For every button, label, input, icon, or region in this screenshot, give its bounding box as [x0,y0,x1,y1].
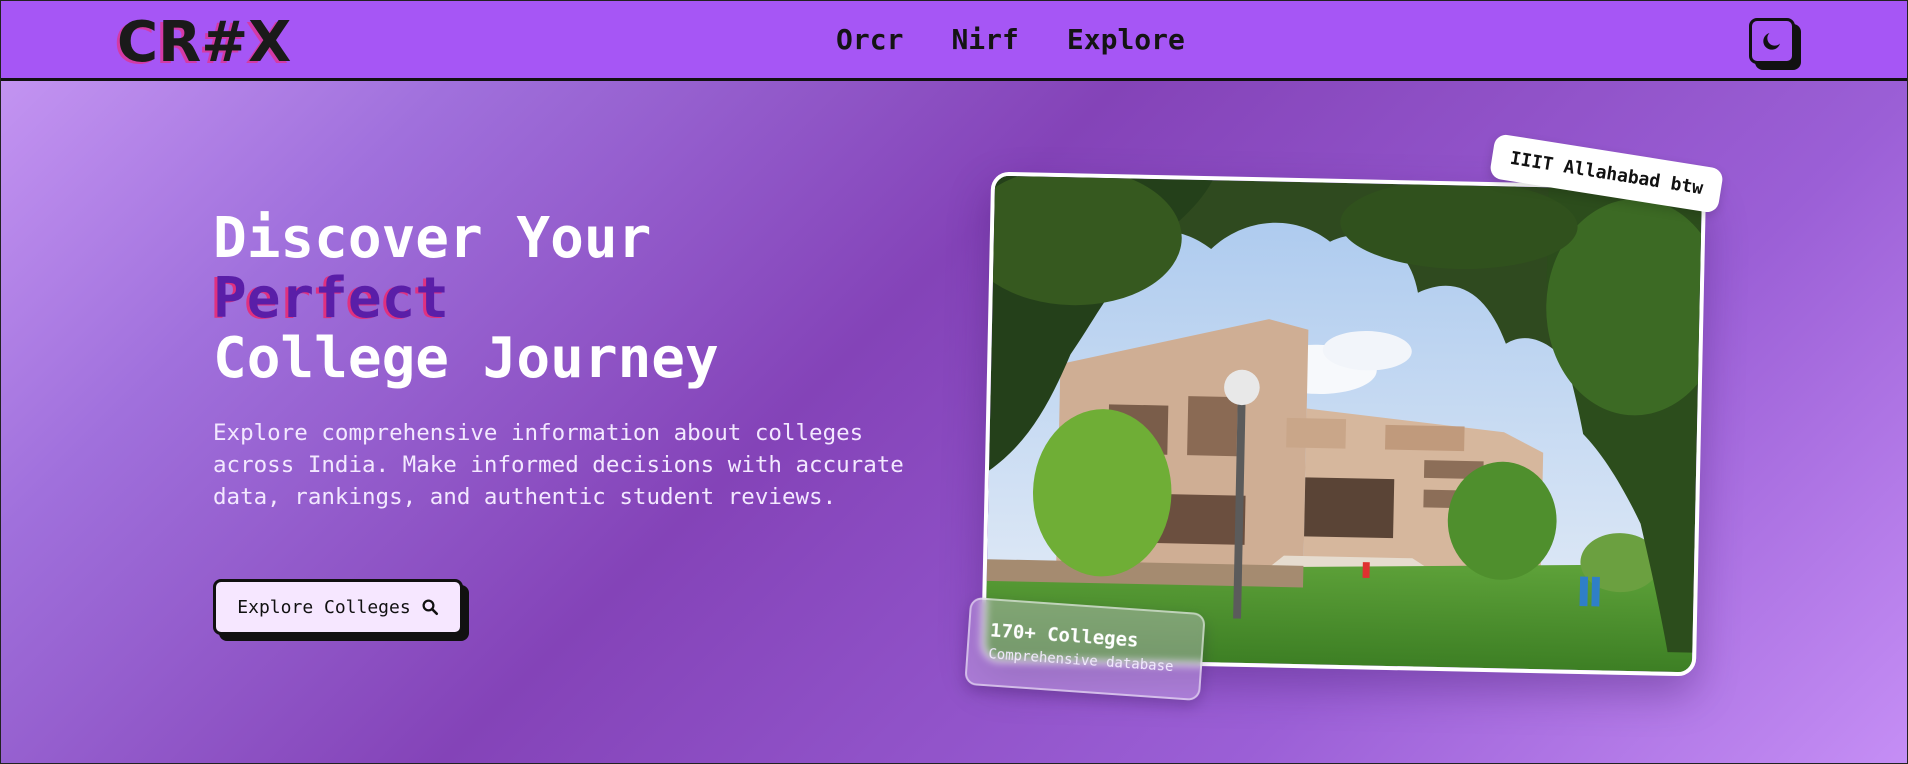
nav-link-orcr[interactable]: Orcr [836,23,903,56]
campus-photo-illustration [985,175,1702,673]
nav-link-nirf[interactable]: Nirf [951,23,1018,56]
hero-description: Explore comprehensive information about … [213,420,904,510]
page-frame: CR#X Orcr Nirf Explore Discover Your Per… [0,0,1908,764]
moon-icon [1763,33,1780,50]
hero-title-line-3: College Journey [213,326,719,391]
explore-colleges-button[interactable]: Explore Colleges [213,579,463,635]
theme-toggle-button[interactable] [1749,18,1795,64]
explore-colleges-label: Explore Colleges [237,596,411,618]
hero-title: Discover Your Perfect College Journey [213,209,719,389]
stat-card: 170+ Colleges Comprehensive database [964,596,1206,702]
hero-title-line-1: Discover Your [213,206,652,271]
brand-logo[interactable]: CR#X [117,11,291,75]
nav-link-explore[interactable]: Explore [1067,23,1185,56]
campus-photo [980,171,1707,677]
search-icon [422,599,438,616]
nav-links: Orcr Nirf Explore [836,23,1185,56]
hero-title-accent: Perfect [213,266,450,331]
navbar: CR#X Orcr Nirf Explore [1,1,1907,81]
